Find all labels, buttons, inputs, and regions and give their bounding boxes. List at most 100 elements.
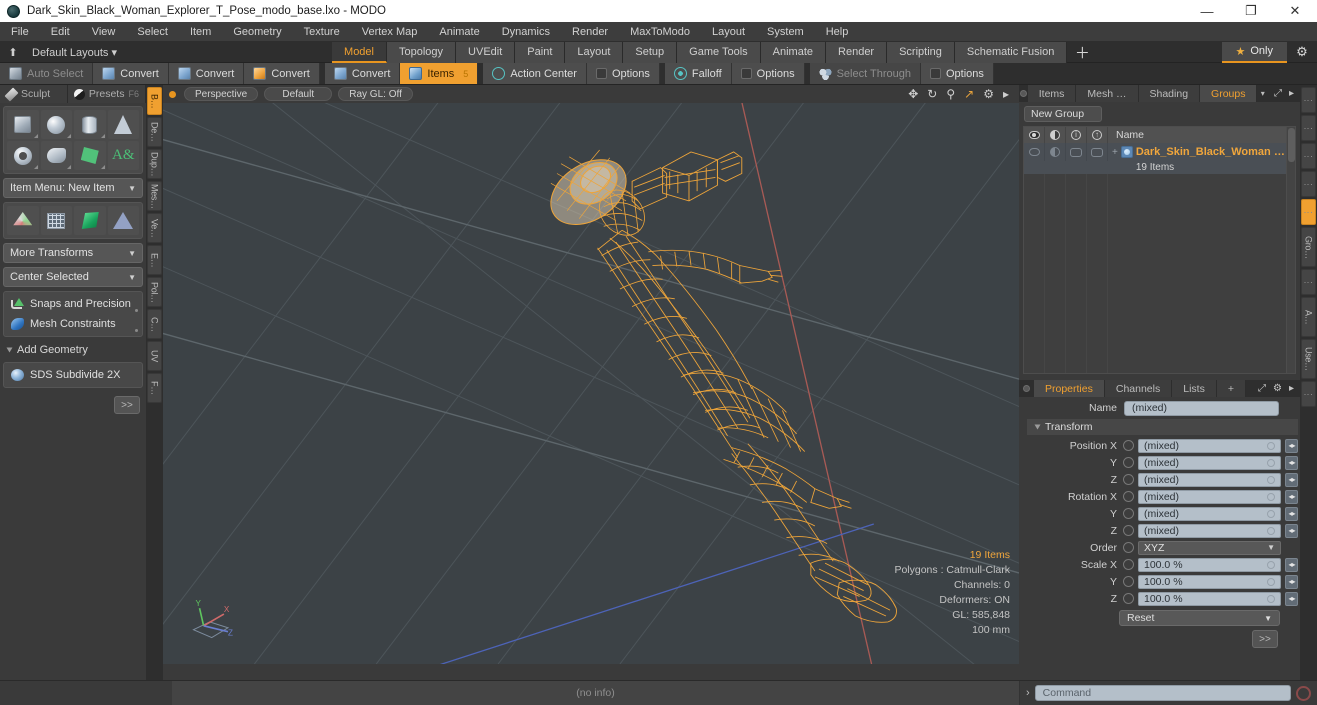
property-channel-toggle[interactable] — [1123, 508, 1134, 519]
add-geometry-section-header[interactable]: Add Geometry — [3, 341, 143, 359]
property-spinner[interactable]: ◂▸ — [1285, 438, 1298, 453]
expand-icon[interactable]: ⤢ — [1258, 383, 1266, 394]
menu-item-system[interactable]: System — [756, 22, 815, 42]
property-value-input[interactable]: XYZ ▼ — [1138, 540, 1281, 555]
center-selected-dropdown[interactable]: Center Selected ▼ — [3, 267, 143, 287]
more-icon[interactable]: ▸ — [1003, 88, 1009, 100]
new-group-button[interactable]: New Group — [1024, 106, 1102, 122]
row-shading-toggle[interactable] — [1045, 143, 1066, 161]
property-spinner[interactable]: ◂▸ — [1285, 574, 1298, 589]
property-value-input[interactable]: 100.0 % — [1138, 591, 1281, 606]
tool-joint-button[interactable] — [7, 206, 39, 235]
left-vtab-5[interactable]: E… — [147, 245, 162, 275]
chevron-down-icon[interactable]: ▾ — [1257, 85, 1267, 102]
auto-select-button[interactable]: Auto Select — [0, 63, 94, 84]
row-visibility-toggle[interactable] — [1024, 143, 1045, 161]
primitive-cone-button[interactable] — [107, 110, 139, 139]
left-vtab-2[interactable]: Dup… — [147, 149, 162, 179]
property-spinner[interactable]: ◂▸ — [1285, 557, 1298, 572]
rotate-icon[interactable]: ↻ — [927, 88, 937, 100]
property-value-input[interactable]: (mixed) — [1138, 489, 1281, 504]
property-value-input[interactable]: (mixed) — [1138, 455, 1281, 470]
layout-tab-animate[interactable]: Animate — [760, 41, 827, 63]
menu-item-animate[interactable]: Animate — [428, 22, 490, 42]
property-channel-toggle[interactable] — [1123, 525, 1134, 536]
right-vtab-6[interactable]: ⋮ — [1301, 269, 1316, 295]
command-record-icon[interactable] — [1296, 685, 1311, 701]
primitive-teapot-button[interactable] — [40, 141, 72, 170]
mesh-constraints-button[interactable]: Mesh Constraints — [6, 314, 140, 334]
layout-tab-layout[interactable]: Layout — [565, 41, 624, 63]
left-panel-expand-button[interactable]: >> — [114, 396, 140, 414]
layout-tab-render[interactable]: Render — [826, 41, 888, 63]
reset-dropdown[interactable]: Reset ▼ — [1119, 610, 1280, 626]
convert-button-4[interactable]: Convert — [324, 63, 401, 84]
only-toggle-button[interactable]: ★ Only — [1221, 41, 1287, 63]
property-value-input[interactable]: 100.0 % — [1138, 574, 1281, 589]
layout-tab-uvedit[interactable]: UVEdit — [456, 41, 516, 63]
gear-icon[interactable]: ⚙ — [983, 88, 994, 100]
groups-tree-scrollbar[interactable] — [1286, 127, 1295, 373]
viewport-raygl-dropdown[interactable]: Ray GL: Off — [338, 87, 413, 101]
row-lock-toggle[interactable] — [1087, 143, 1108, 161]
viewport-shading-dropdown[interactable]: Default — [264, 87, 333, 101]
convert-button-2[interactable]: Convert — [168, 63, 245, 84]
gear-icon[interactable]: ⚙ — [1273, 383, 1282, 394]
action-center-button[interactable]: Action Center — [483, 63, 587, 84]
more-icon[interactable]: ▸ — [1289, 383, 1294, 394]
sds-subdivide-button[interactable]: SDS Subdivide 2X — [6, 365, 140, 385]
home-layout-icon[interactable]: ⬆ — [0, 42, 26, 63]
menu-item-item[interactable]: Item — [179, 22, 222, 42]
property-spinner[interactable]: ◂▸ — [1285, 489, 1298, 504]
property-channel-toggle[interactable] — [1123, 457, 1134, 468]
snaps-and-precision-button[interactable]: Snaps and Precision — [6, 294, 140, 314]
menu-item-select[interactable]: Select — [126, 22, 179, 42]
gear-icon[interactable]: ⚙ — [1287, 42, 1317, 63]
close-button[interactable]: ✕ — [1273, 0, 1317, 22]
zoom-icon[interactable]: ⚲ — [946, 88, 955, 100]
row-name-cell[interactable]: + Dark_Skin_Black_Woman … — [1108, 143, 1286, 161]
menu-item-vertex-map[interactable]: Vertex Map — [351, 22, 429, 42]
property-value-input[interactable]: (mixed) — [1138, 523, 1281, 538]
left-vtab-8[interactable]: UV — [147, 341, 162, 371]
tool-grid-button[interactable] — [40, 206, 72, 235]
expand-icon[interactable]: ⤢ — [1274, 88, 1282, 99]
left-vtab-1[interactable]: De… — [147, 117, 162, 147]
property-channel-toggle[interactable] — [1123, 474, 1134, 485]
property-spinner[interactable]: ◂▸ — [1285, 455, 1298, 470]
layout-tab-scripting[interactable]: Scripting — [887, 41, 955, 63]
property-channel-toggle[interactable] — [1123, 440, 1134, 451]
row-info-toggle[interactable] — [1066, 143, 1087, 161]
items-mode-button[interactable]: Items 5 — [400, 63, 479, 84]
tab-properties[interactable]: Properties — [1034, 380, 1105, 397]
menu-item-render[interactable]: Render — [561, 22, 619, 42]
3d-viewport[interactable]: Y X Z 19 Items Polygons : Catmull-Clark … — [163, 103, 1019, 664]
convert-button-3[interactable]: Convert — [244, 63, 320, 84]
right-vtab-5[interactable]: Gro… — [1301, 227, 1316, 267]
primitive-cylinder-button[interactable] — [74, 110, 106, 139]
viewport-perspective-dropdown[interactable]: Perspective — [184, 87, 259, 101]
falloff-options-button[interactable]: Options — [731, 63, 805, 84]
menu-item-file[interactable]: File — [0, 22, 40, 42]
tab-add[interactable]: + — [1216, 380, 1246, 397]
select-through-options-button[interactable]: Options — [920, 63, 994, 84]
maximize-button[interactable]: ❐ — [1229, 0, 1273, 22]
tool-gem-button[interactable] — [74, 206, 106, 235]
more-icon[interactable]: ▸ — [1289, 88, 1294, 99]
viewport-menu-icon[interactable] — [169, 90, 176, 98]
properties-menu-icon[interactable] — [1019, 380, 1034, 397]
menu-item-help[interactable]: Help — [815, 22, 860, 42]
select-through-button[interactable]: Select Through — [809, 63, 921, 84]
tab-channels[interactable]: Channels — [1104, 380, 1173, 397]
right-vtab-7[interactable]: A… — [1301, 297, 1316, 337]
property-channel-toggle[interactable] — [1123, 593, 1134, 604]
menu-item-view[interactable]: View — [81, 22, 127, 42]
tab-presets[interactable]: Presets F6 — [67, 85, 146, 103]
tool-pyramid-button[interactable] — [107, 206, 139, 235]
property-channel-toggle[interactable] — [1123, 559, 1134, 570]
tab-shading[interactable]: Shading — [1138, 85, 1201, 102]
primitive-text-button[interactable]: A& — [107, 141, 139, 170]
right-panel-menu-icon[interactable] — [1019, 85, 1028, 102]
convert-button-1[interactable]: Convert — [93, 63, 169, 84]
item-menu-dropdown[interactable]: Item Menu: New Item ▼ — [3, 178, 143, 198]
